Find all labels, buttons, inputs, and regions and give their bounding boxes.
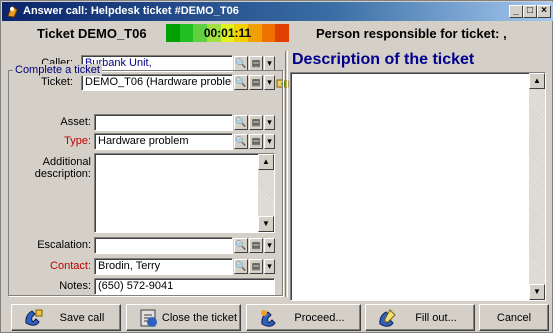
type-dropdown-button[interactable]: ▾ <box>264 134 275 149</box>
asset-search-button[interactable]: 🔍 <box>234 115 248 130</box>
type-field[interactable]: Hardware problem <box>94 133 233 150</box>
additional-label-1: Additional <box>42 156 91 168</box>
fill-out-icon <box>379 308 396 327</box>
magnifier-icon: 🔍 <box>235 117 247 127</box>
proceed-button[interactable]: Proceed... <box>246 304 361 331</box>
scroll-down-button[interactable]: ▼ <box>529 284 545 300</box>
description-title: Description of the ticket <box>292 51 475 68</box>
details-icon: ▤ <box>251 136 261 146</box>
notes-field[interactable]: (650) 572-9041 <box>94 278 275 295</box>
chevron-down-icon: ▾ <box>267 117 272 127</box>
type-label: Type: <box>64 135 91 147</box>
magnifier-icon: 🔍 <box>235 136 247 146</box>
close-ticket-label: Close the ticket <box>161 311 238 324</box>
description-scrollbar[interactable]: ▲ ▼ <box>529 73 545 300</box>
close-window-button[interactable]: × <box>537 5 551 18</box>
proceed-label: Proceed... <box>294 311 345 324</box>
fill-out-label: Fill out... <box>415 311 457 324</box>
responsible-person: Person responsible for ticket: , <box>316 26 507 41</box>
cancel-button[interactable]: Cancel <box>479 304 549 331</box>
chevron-down-icon: ▾ <box>267 58 272 68</box>
asset-dropdown-button[interactable]: ▾ <box>264 115 275 130</box>
type-search-button[interactable]: 🔍 <box>234 134 248 149</box>
caller-dropdown-button[interactable]: ▾ <box>264 56 275 71</box>
details-icon: ▤ <box>251 117 261 127</box>
cancel-label: Cancel <box>496 311 532 324</box>
helpdesk-app-icon <box>7 5 18 18</box>
additional-description-textarea[interactable]: ▲ ▼ <box>94 153 275 233</box>
contact-label: Contact: <box>50 260 91 272</box>
contact-dropdown-button[interactable]: ▾ <box>264 259 275 274</box>
details-icon: ▤ <box>251 261 261 271</box>
escalation-search-button[interactable]: 🔍 <box>234 238 248 253</box>
asset-label: Asset: <box>60 116 91 128</box>
chevron-down-icon: ▾ <box>267 240 272 250</box>
magnifier-icon: 🔍 <box>235 58 247 68</box>
contact-details-button[interactable]: ▤ <box>249 259 263 274</box>
save-call-button[interactable]: Save call <box>11 304 121 331</box>
call-timer: 00:01:11 <box>166 24 290 42</box>
escalation-details-button[interactable]: ▤ <box>249 238 263 253</box>
asset-field[interactable] <box>94 114 233 131</box>
window-title: Answer call: Helpdesk ticket #DEMO_T06 <box>23 5 239 17</box>
chevron-down-icon: ▾ <box>267 261 272 271</box>
maximize-button[interactable]: □ <box>523 5 537 18</box>
fill-out-button[interactable]: Fill out... <box>365 304 475 331</box>
additional-scrollbar[interactable]: ▲ ▼ <box>258 154 274 232</box>
escalation-dropdown-button[interactable]: ▾ <box>264 238 275 253</box>
details-icon: ▤ <box>251 240 261 250</box>
chevron-down-icon: ▾ <box>267 136 272 146</box>
escalation-label: Escalation: <box>37 239 91 251</box>
scroll-up-button[interactable]: ▲ <box>258 154 274 170</box>
magnifier-icon: 🔍 <box>235 261 247 271</box>
caller-details-button[interactable]: ▤ <box>249 56 263 71</box>
close-ticket-button[interactable]: Close the ticket <box>126 304 241 331</box>
caller-search-button[interactable]: 🔍 <box>234 56 248 71</box>
additional-label-2: description: <box>34 168 91 180</box>
type-details-button[interactable]: ▤ <box>249 134 263 149</box>
minimize-button[interactable]: _ <box>509 5 523 18</box>
complete-ticket-title: Complete a ticket <box>13 64 102 76</box>
contact-field[interactable]: Brodin, Terry <box>94 258 233 275</box>
scroll-up-button[interactable]: ▲ <box>529 73 545 89</box>
description-textarea[interactable]: ▲ ▼ <box>290 72 546 301</box>
scroll-down-button[interactable]: ▼ <box>258 216 274 232</box>
ticket-heading: Ticket DEMO_T06 <box>37 26 147 41</box>
proceed-icon <box>261 309 276 327</box>
magnifier-icon: 🔍 <box>235 240 247 250</box>
notes-label: Notes: <box>59 280 91 292</box>
contact-search-button[interactable]: 🔍 <box>234 259 248 274</box>
escalation-field[interactable] <box>94 237 233 254</box>
pane-splitter[interactable] <box>285 51 288 297</box>
title-bar[interactable]: Answer call: Helpdesk ticket #DEMO_T06 _… <box>2 2 553 21</box>
save-call-label: Save call <box>59 311 105 324</box>
save-phone-icon <box>25 309 43 326</box>
asset-details-button[interactable]: ▤ <box>249 115 263 130</box>
close-ticket-icon <box>140 309 157 327</box>
details-icon: ▤ <box>251 58 261 68</box>
timer-value: 00:01:11 <box>203 26 252 40</box>
answer-call-window: Answer call: Helpdesk ticket #DEMO_T06 _… <box>0 0 553 333</box>
